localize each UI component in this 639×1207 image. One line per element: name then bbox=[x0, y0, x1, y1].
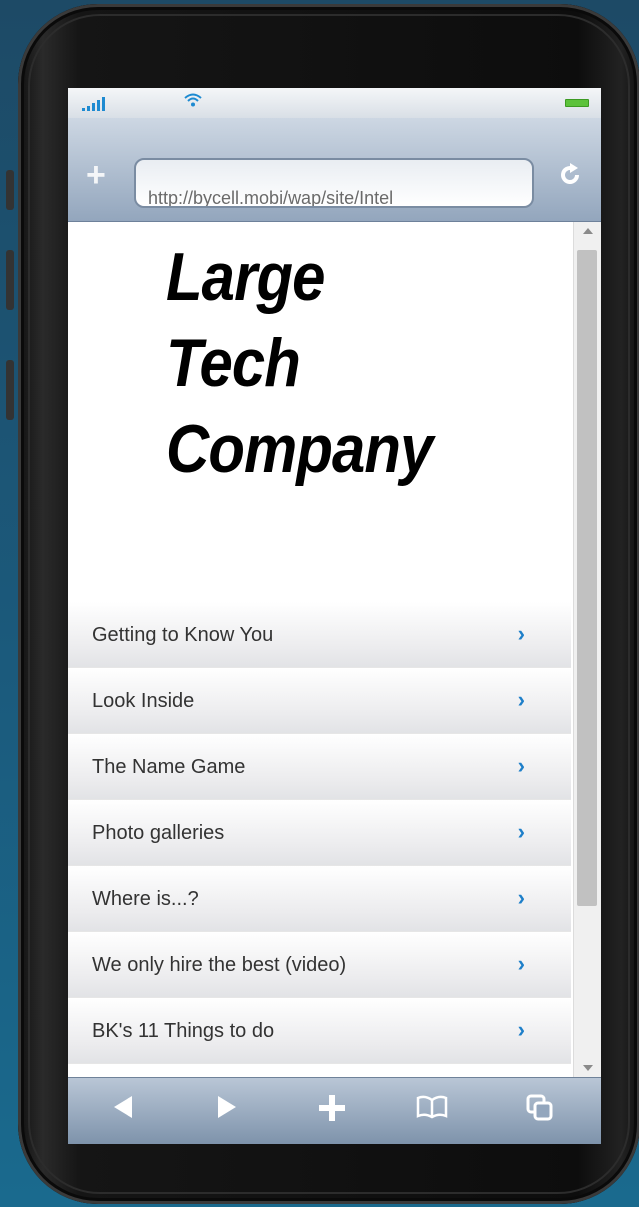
plus-icon bbox=[319, 1095, 345, 1121]
list-item[interactable]: Where is...? › bbox=[68, 866, 571, 932]
chevron-right-icon: › bbox=[517, 885, 525, 910]
scroll-down-icon[interactable] bbox=[583, 1065, 593, 1071]
phone-screen: + http://bycell.mobi/wap/site/Intel Larg… bbox=[68, 88, 601, 1144]
list-item[interactable]: The Name Game › bbox=[68, 734, 571, 800]
list-item[interactable]: Look Inside › bbox=[68, 668, 571, 734]
page-content: Large Tech Company Getting to Know You ›… bbox=[68, 222, 571, 1077]
side-button bbox=[6, 170, 14, 210]
chevron-right-icon: › bbox=[517, 951, 525, 976]
battery-icon bbox=[565, 99, 589, 107]
volume-down-button bbox=[6, 360, 14, 420]
list-item[interactable]: BK's 11 Things to do › bbox=[68, 998, 571, 1064]
scroll-thumb[interactable] bbox=[577, 250, 597, 906]
signal-bars-icon bbox=[82, 97, 105, 111]
logo-line: Company bbox=[166, 411, 433, 487]
add-button[interactable] bbox=[318, 1094, 346, 1129]
list-item[interactable]: We only hire the best (video) › bbox=[68, 932, 571, 998]
wifi-icon bbox=[184, 92, 202, 111]
volume-up-button bbox=[6, 250, 14, 310]
list-item-label: Look Inside bbox=[92, 690, 195, 712]
list-item-label: Where is...? bbox=[92, 888, 199, 910]
forward-button[interactable] bbox=[214, 1094, 240, 1127]
url-input[interactable]: http://bycell.mobi/wap/site/Intel bbox=[134, 158, 534, 208]
pages-icon bbox=[526, 1094, 553, 1121]
bookmarks-button[interactable] bbox=[416, 1094, 448, 1127]
list-item-label: BK's 11 Things to do bbox=[92, 1020, 275, 1042]
list-item[interactable]: Getting to Know You › bbox=[68, 602, 571, 668]
chevron-right-icon: › bbox=[517, 1017, 525, 1042]
url-text: http://bycell.mobi/wap/site/Intel bbox=[148, 188, 394, 208]
chevron-right-icon: › bbox=[517, 819, 525, 844]
logo-line: Large bbox=[166, 239, 325, 315]
forward-arrow-icon bbox=[218, 1096, 236, 1118]
reload-button[interactable] bbox=[557, 162, 583, 194]
reload-icon bbox=[561, 163, 579, 184]
logo-line: Tech bbox=[166, 325, 301, 401]
chevron-right-icon: › bbox=[517, 753, 525, 778]
chevron-right-icon: › bbox=[517, 621, 525, 646]
list-item-label: We only hire the best (video) bbox=[92, 954, 347, 976]
status-bar bbox=[68, 88, 601, 118]
back-button[interactable] bbox=[110, 1094, 136, 1127]
list-item[interactable]: Photo galleries › bbox=[68, 800, 571, 866]
vertical-scrollbar[interactable] bbox=[573, 222, 601, 1077]
browser-address-bar: + http://bycell.mobi/wap/site/Intel bbox=[68, 118, 601, 222]
browser-toolbar bbox=[68, 1077, 601, 1144]
book-icon bbox=[416, 1095, 448, 1119]
list-item-label: The Name Game bbox=[92, 756, 246, 778]
menu-list: Getting to Know You › Look Inside › The … bbox=[68, 602, 571, 1064]
scroll-up-icon[interactable] bbox=[583, 228, 593, 234]
list-item-label: Getting to Know You bbox=[92, 624, 274, 646]
chevron-right-icon: › bbox=[517, 687, 525, 712]
add-bookmark-button[interactable]: + bbox=[86, 158, 106, 192]
company-logo: Large Tech Company bbox=[166, 234, 506, 492]
back-arrow-icon bbox=[114, 1096, 132, 1118]
list-item-label: Photo galleries bbox=[92, 822, 225, 844]
tabs-button[interactable] bbox=[526, 1094, 554, 1129]
